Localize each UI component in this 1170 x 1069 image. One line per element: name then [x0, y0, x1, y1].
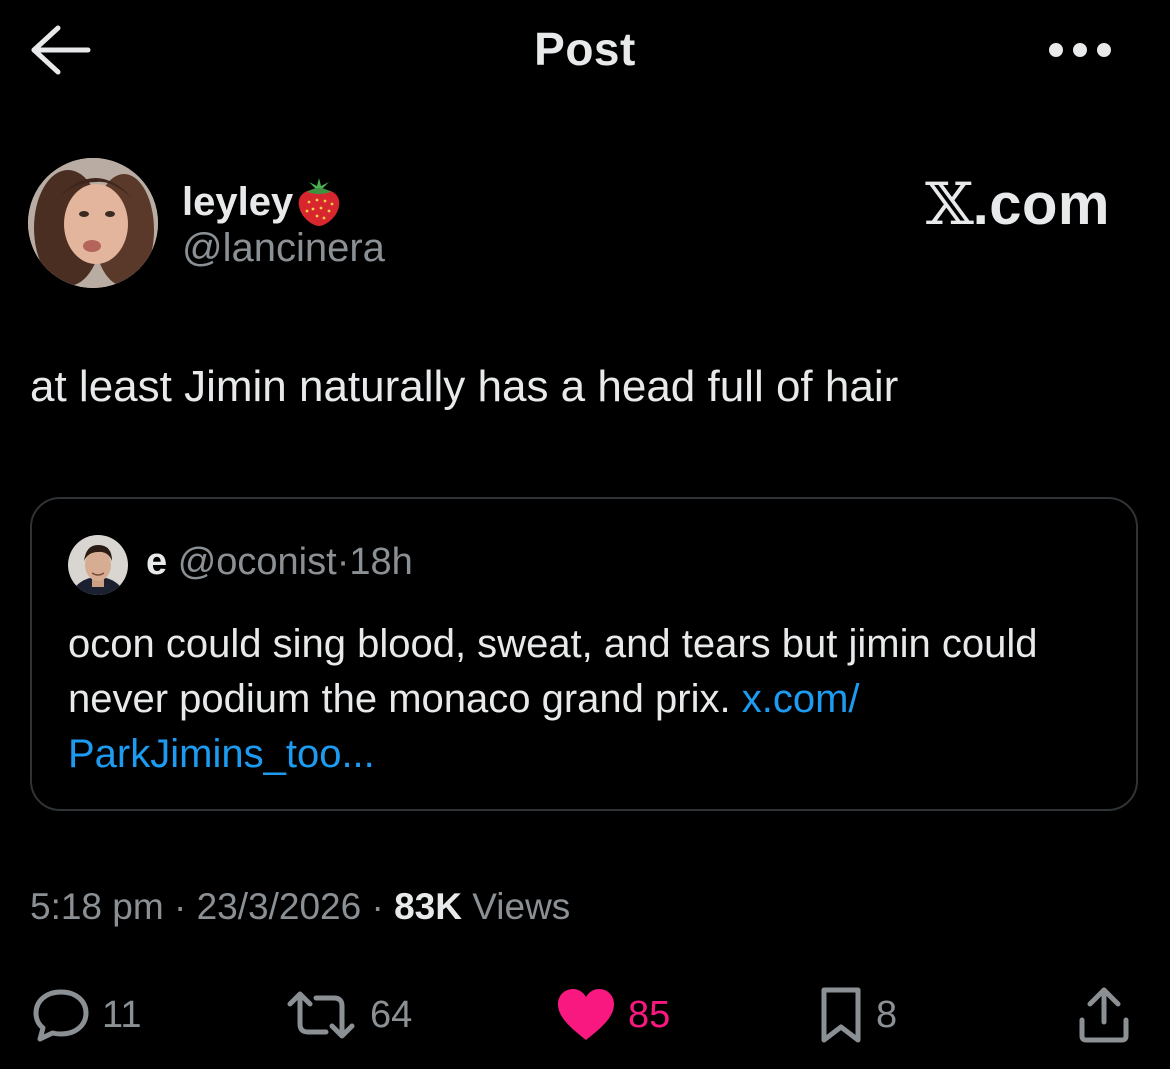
meta-separator: ·	[371, 886, 384, 927]
views-count: 83K	[394, 886, 462, 927]
author-display-name: leyley	[182, 179, 294, 224]
author-avatar[interactable]	[28, 158, 158, 288]
page-title: Post	[534, 23, 636, 75]
post-date: 23/3/2026	[196, 886, 362, 927]
watermark-text: .com	[972, 172, 1110, 237]
share-icon	[1079, 987, 1129, 1043]
repost-icon	[287, 991, 355, 1039]
quote-header: e @oconist·18h	[146, 541, 413, 584]
top-bar: Post	[0, 0, 1170, 100]
meta-separator: ·	[173, 886, 187, 927]
author-handle[interactable]: @lancinera	[182, 226, 385, 271]
quote-text: ocon could sing blood, sweat, and tears …	[68, 622, 1038, 721]
action-bar: 11 64 85 8	[0, 980, 1170, 1050]
x-logo-glyph: 𝕏	[925, 170, 975, 238]
reply-count: 11	[102, 993, 142, 1036]
bookmark-button[interactable]: 8	[816, 980, 897, 1050]
more-horizontal-icon	[1049, 43, 1111, 57]
strawberry-icon	[298, 178, 340, 226]
quote-author-name: e	[146, 541, 168, 583]
site-watermark: 𝕏.com	[925, 170, 1110, 238]
reply-button[interactable]: 11	[30, 980, 141, 1050]
bookmark-count: 8	[876, 993, 898, 1036]
repost-count: 64	[370, 993, 413, 1036]
share-button[interactable]	[1072, 980, 1136, 1050]
quote-separator: ·	[336, 541, 350, 583]
quote-author-avatar	[68, 535, 128, 595]
post-text: at least Jimin naturally has a head full…	[30, 362, 899, 411]
heart-filled-icon	[558, 989, 614, 1040]
post-meta-row: 5:18 pm · 23/3/2026 · 83K Views	[30, 886, 570, 928]
quote-author-handle: @oconist	[177, 541, 337, 583]
quote-age: 18h	[349, 541, 413, 583]
author-name-row[interactable]: leyley	[182, 176, 343, 228]
reply-icon	[33, 989, 89, 1042]
like-count: 85	[628, 993, 671, 1036]
quote-body: ocon could sing blood, sweat, and tears …	[68, 617, 1108, 782]
repost-button[interactable]: 64	[282, 980, 412, 1050]
views-label: Views	[472, 886, 571, 927]
like-button[interactable]: 85	[554, 980, 670, 1050]
more-options-button[interactable]	[1040, 26, 1120, 74]
post-time: 5:18 pm	[30, 886, 164, 927]
bookmark-icon	[821, 987, 861, 1043]
quoted-post-card[interactable]: e @oconist·18h ocon could sing blood, sw…	[30, 497, 1138, 811]
